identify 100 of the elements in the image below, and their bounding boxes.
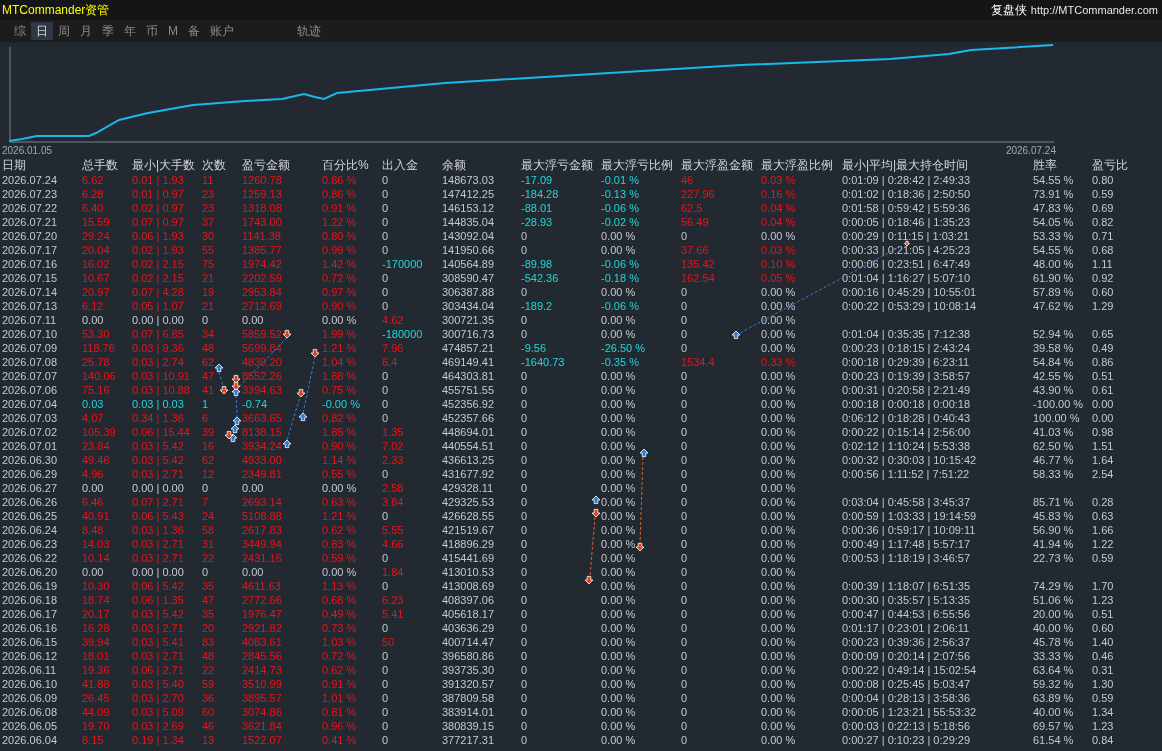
table-cell: 0:00:39 | 1:18:07 | 6:51:35 bbox=[842, 580, 971, 592]
table-cell: -189.2 bbox=[521, 300, 553, 312]
table-cell: 0.03 | 2.71 bbox=[132, 552, 184, 564]
table-cell: 75.16 bbox=[82, 384, 110, 396]
table-cell: 0:00:18 | 0:29:39 | 6:23:11 bbox=[842, 356, 970, 368]
table-cell: 0.03 | 2.70 bbox=[132, 692, 184, 704]
table-cell: 0.28 bbox=[1092, 496, 1114, 508]
table-cell: 143092.04 bbox=[442, 230, 494, 242]
table-cell: -0.01 % bbox=[601, 174, 639, 186]
table-cell: 0 bbox=[681, 552, 688, 564]
table-cell: 20 bbox=[202, 622, 215, 634]
table-cell: -0.74 bbox=[242, 398, 268, 410]
table-cell: 47 bbox=[202, 370, 215, 382]
table-cell: 0.00 % bbox=[761, 370, 796, 382]
table-cell: 0.00 % bbox=[761, 678, 796, 690]
tab[interactable]: 年 bbox=[119, 22, 141, 40]
table-cell: 49.46 bbox=[82, 454, 110, 466]
track-button[interactable]: 轨迹 bbox=[292, 22, 326, 40]
table-cell: 0:00:27 | 0:10:23 | 0:29:29 bbox=[842, 734, 971, 746]
table-cell: 0.03 % bbox=[761, 174, 796, 186]
table-cell: 0:01:09 | 0:28:42 | 2:49:33 bbox=[842, 174, 971, 186]
table-cell: 474857.21 bbox=[442, 342, 494, 354]
table-cell: 4839.20 bbox=[242, 356, 282, 368]
table-cell: 0 bbox=[681, 608, 688, 620]
table-cell: 5108.88 bbox=[242, 510, 282, 522]
table-cell: 1.29 bbox=[1092, 300, 1114, 312]
table-cell: 0.00 bbox=[1092, 398, 1114, 410]
table-cell: 0.00 % bbox=[761, 538, 796, 550]
table-cell: 0 bbox=[382, 734, 389, 746]
table-cell: 62.5 bbox=[681, 202, 703, 214]
table-cell: 22.73 % bbox=[1033, 552, 1074, 564]
table-cell: 0.71 bbox=[1092, 230, 1114, 242]
table-cell: 0.59 bbox=[1092, 552, 1114, 564]
table-cell: 8.15 bbox=[82, 734, 104, 746]
table-cell: 0.62 % bbox=[322, 664, 357, 676]
table-cell: 0.00 % bbox=[761, 510, 796, 522]
table-cell: 0.00 % bbox=[761, 384, 796, 396]
table-cell: 0.41 % bbox=[322, 734, 357, 746]
column-header: 最小|平均|最大持仓时间 bbox=[842, 158, 969, 173]
tab[interactable]: 周 bbox=[53, 22, 75, 40]
table-cell: 42.55 % bbox=[1033, 370, 1074, 382]
table-cell: 31 bbox=[202, 538, 215, 550]
table-cell: 2026.06.05 bbox=[2, 720, 58, 732]
table-cell: 19.36 bbox=[82, 664, 110, 676]
table-cell: 0.97 % bbox=[322, 286, 357, 298]
table-cell: 0:00:47 | 0:44:53 | 6:55:56 bbox=[842, 608, 971, 620]
table-cell: 0.00 % bbox=[761, 622, 796, 634]
table-cell: 4.62 bbox=[382, 314, 404, 326]
table-cell: 0 bbox=[382, 468, 389, 480]
table-cell: 0.05 % bbox=[761, 272, 796, 284]
table-cell: 53.33 % bbox=[1033, 230, 1074, 242]
table-cell: 1.22 bbox=[1092, 538, 1114, 550]
table-cell: 2026.07.22 bbox=[2, 202, 58, 214]
table-cell: 20.17 bbox=[82, 608, 110, 620]
table-cell: 0 bbox=[382, 272, 389, 284]
table-cell: 0 bbox=[681, 636, 688, 648]
table-cell: 1.42 % bbox=[322, 258, 357, 270]
table-cell: 0 bbox=[521, 314, 528, 326]
table-cell: 429325.53 bbox=[442, 496, 494, 508]
table-cell: 11 bbox=[202, 174, 214, 186]
table-cell: 0.98 bbox=[1092, 426, 1114, 438]
table-cell: 0.16 % bbox=[761, 188, 796, 200]
table-cell: 1.66 bbox=[1092, 524, 1114, 536]
table-cell: 1.03 % bbox=[322, 636, 357, 648]
table-cell: 0 bbox=[681, 706, 688, 718]
table-cell: 0 bbox=[521, 734, 528, 746]
table-cell: 4611.63 bbox=[242, 580, 281, 592]
table-cell: 0 bbox=[382, 720, 389, 732]
tab[interactable]: 备 bbox=[183, 22, 205, 40]
table-cell: 2693.14 bbox=[242, 496, 282, 508]
table-cell: 0 bbox=[521, 594, 528, 606]
table-cell: 418896.29 bbox=[442, 538, 494, 550]
table-cell: 380839.15 bbox=[442, 720, 494, 732]
tab[interactable]: 月 bbox=[75, 22, 97, 40]
tab[interactable]: 账户 bbox=[205, 22, 239, 40]
tab[interactable]: M bbox=[163, 22, 183, 40]
up-arrow-icon bbox=[639, 448, 649, 457]
table-cell: 0 bbox=[521, 510, 528, 522]
table-cell: 14.03 bbox=[82, 538, 110, 550]
app-title: MTCommander资管 bbox=[2, 2, 110, 19]
tab[interactable]: 综 bbox=[9, 22, 31, 40]
table-cell: 0:00:33 | 0:21:05 | 4:25:23 bbox=[842, 244, 971, 256]
column-header: 最大浮亏金额 bbox=[521, 158, 593, 173]
table-cell: 2026.06.12 bbox=[2, 650, 58, 662]
table-cell: 0.00 | 0.00 bbox=[132, 566, 184, 578]
table-cell: 21 bbox=[202, 272, 215, 284]
table-cell: 0.86 % bbox=[322, 188, 357, 200]
table-cell: 0 bbox=[521, 720, 528, 732]
table-cell: 4083.61 bbox=[242, 636, 282, 648]
table-cell: 0.06 | 15.44 bbox=[132, 426, 190, 438]
table-cell: 63.89 % bbox=[1033, 692, 1074, 704]
table-cell: 1.88 % bbox=[322, 370, 357, 382]
tab[interactable]: 币 bbox=[141, 22, 163, 40]
table-cell: 2026.07.16 bbox=[2, 258, 58, 270]
table-cell: 10.67 bbox=[82, 272, 110, 284]
table-cell: 105.39 bbox=[82, 426, 116, 438]
tab[interactable]: 日 bbox=[31, 22, 53, 40]
tab[interactable]: 季 bbox=[97, 22, 119, 40]
table-cell: 0.00 % bbox=[601, 580, 636, 592]
table-cell: 58 bbox=[202, 524, 215, 536]
